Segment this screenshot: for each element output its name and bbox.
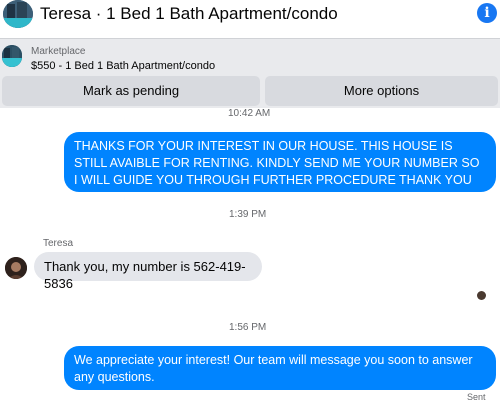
sender-avatar[interactable] xyxy=(5,257,27,279)
sender-name: Teresa xyxy=(43,238,74,249)
message-thread[interactable]: 10:42 AM THANKS FOR YOUR INTEREST IN OUR… xyxy=(0,108,500,404)
timestamp: 1:56 PM xyxy=(229,322,267,333)
read-receipt-avatar xyxy=(477,291,486,300)
marketplace-label: Marketplace xyxy=(31,46,86,57)
marketplace-panel: Marketplace $550 - 1 Bed 1 Bath Apartmen… xyxy=(0,38,500,108)
outgoing-message[interactable]: THANKS FOR YOUR INTEREST IN OUR HOUSE. T… xyxy=(64,132,496,204)
conversation-title: Teresa · 1 Bed 1 Bath Apartment/condo xyxy=(40,4,338,23)
more-options-button[interactable]: More options xyxy=(265,76,498,106)
sent-status: Sent xyxy=(467,392,486,402)
incoming-message[interactable]: Thank you, my number is 562-419-5836 xyxy=(34,252,262,291)
info-icon[interactable]: i xyxy=(477,3,497,23)
listing-avatar[interactable] xyxy=(3,0,33,28)
mark-as-pending-button[interactable]: Mark as pending xyxy=(2,76,260,106)
listing-thumbnail[interactable] xyxy=(2,45,22,67)
conversation-header: Teresa · 1 Bed 1 Bath Apartment/condo i xyxy=(0,0,500,36)
listing-summary[interactable]: $550 - 1 Bed 1 Bath Apartment/condo xyxy=(31,60,215,72)
clipped-timestamp: 10:42 AM xyxy=(228,108,271,119)
outgoing-message[interactable]: We appreciate your interest! Our team wi… xyxy=(64,346,496,390)
timestamp: 1:39 PM xyxy=(229,209,267,220)
